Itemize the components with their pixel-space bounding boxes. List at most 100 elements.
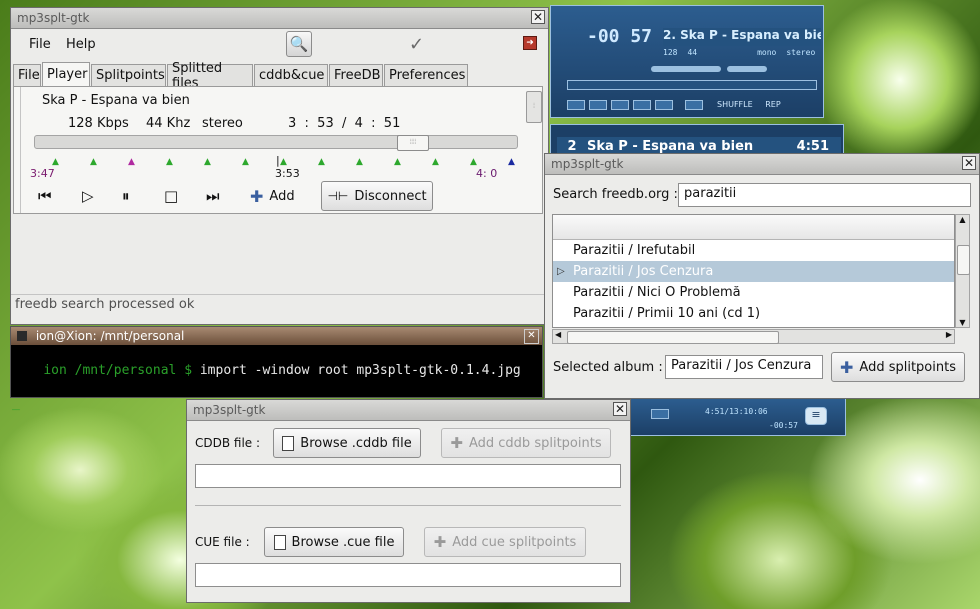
tab-freedb[interactable]: FreeDB bbox=[329, 64, 383, 86]
xmms-stop-button[interactable] bbox=[633, 100, 651, 110]
play-icon[interactable]: ▷ bbox=[82, 187, 94, 205]
cue-path-field[interactable] bbox=[195, 563, 621, 587]
marker-7: ▲ bbox=[280, 157, 287, 167]
results-hscrollbar[interactable]: ◀ ▶ bbox=[552, 329, 955, 344]
scroll-up-icon[interactable]: ▲ bbox=[956, 215, 969, 224]
result-row-1[interactable]: Parazitii / Irefutabil bbox=[553, 240, 954, 261]
result-row-4[interactable]: Parazitii / Primii 10 ani (cd 1) bbox=[553, 303, 954, 324]
expander-icon[interactable]: ▷ bbox=[557, 261, 565, 282]
xmms-mono: mono bbox=[757, 48, 777, 57]
tab-file[interactable]: File bbox=[13, 64, 41, 86]
xmms-seek-bar[interactable] bbox=[567, 80, 817, 90]
disconnect-button[interactable]: ⊣⊢ Disconnect bbox=[321, 181, 433, 211]
browse-cue-button[interactable]: Browse .cue file bbox=[264, 527, 404, 557]
result-label-3: Parazitii / Nici O Problemă bbox=[573, 285, 741, 300]
seek-handle[interactable]: ⦙⦙⦙⦙ bbox=[397, 135, 429, 151]
plus-icon: ✚ bbox=[250, 187, 264, 206]
terminal-line[interactable]: ion /mnt/personal $ import -window root … bbox=[11, 345, 542, 396]
xmms-balance-slider[interactable] bbox=[727, 66, 767, 72]
menu-help[interactable]: Help bbox=[66, 37, 96, 52]
marker-9: ▲ bbox=[356, 157, 363, 167]
search-input[interactable]: parazitii bbox=[678, 183, 971, 207]
search-label: Search freedb.org : bbox=[553, 187, 678, 202]
playlist-time: 4:51 bbox=[796, 138, 829, 154]
result-label-4: Parazitii / Primii 10 ani (cd 1) bbox=[573, 306, 761, 321]
tab-splitted-files[interactable]: Splitted files bbox=[167, 61, 253, 91]
add-cue-icon: ✚ bbox=[433, 533, 447, 551]
status-bar: freedb search processed ok bbox=[15, 297, 195, 312]
xmms-eject-button[interactable] bbox=[685, 100, 703, 110]
terminal-title: ion@Xion: /mnt/personal bbox=[35, 329, 185, 343]
terminal-close-icon[interactable]: ✕ bbox=[524, 329, 539, 344]
disconnect-label: Disconnect bbox=[354, 188, 427, 204]
tab-cddb-cue[interactable]: cddb&cue bbox=[254, 64, 328, 86]
main-close-icon[interactable]: ✕ bbox=[531, 10, 545, 24]
xmms-prev-button[interactable] bbox=[567, 100, 585, 110]
xmms-volume-slider[interactable] bbox=[651, 66, 721, 72]
main-titlebar[interactable]: mp3splt-gtk ✕ bbox=[11, 8, 548, 29]
checkmark-icon[interactable]: ✓ bbox=[409, 34, 424, 55]
controls-row: ⏮ ▷ ⏸ □ ⏭ ✚ Add bbox=[34, 183, 514, 211]
left-handle[interactable] bbox=[14, 87, 21, 213]
tab-splitpoints[interactable]: Splitpoints bbox=[91, 64, 166, 86]
hscroll-thumb[interactable] bbox=[567, 331, 779, 344]
xmms-play-button[interactable] bbox=[589, 100, 607, 110]
main-window-title: mp3splt-gtk bbox=[17, 11, 90, 25]
cddb-close-icon[interactable]: ✕ bbox=[613, 402, 627, 416]
results-list[interactable]: Parazitii / Irefutabil ▷ Parazitii / Jos… bbox=[552, 214, 955, 328]
result-row-3[interactable]: Parazitii / Nici O Problemă bbox=[553, 282, 954, 303]
scroll-left-icon[interactable]: ◀ bbox=[555, 330, 561, 339]
marker-8: ▲ bbox=[318, 157, 325, 167]
tab-player[interactable]: Player bbox=[42, 62, 90, 86]
marker-4: ▲ bbox=[166, 157, 173, 167]
cddb-path-field[interactable] bbox=[195, 464, 621, 488]
add-splitpoints-button[interactable]: ✚ Add splitpoints bbox=[831, 352, 965, 382]
xmms-mini-button[interactable] bbox=[651, 409, 669, 419]
stop-icon[interactable]: □ bbox=[164, 187, 178, 205]
xmms-repeat-toggle[interactable]: REP bbox=[765, 100, 780, 109]
browse-cddb-label: Browse .cddb file bbox=[300, 435, 412, 451]
freedb-titlebar[interactable]: mp3splt-gtk ✕ bbox=[545, 154, 979, 175]
terminal-command: import -window root mp3splt-gtk-0.1.4.jp… bbox=[192, 363, 521, 378]
xmms-pause-button[interactable] bbox=[611, 100, 629, 110]
browse-cddb-button[interactable]: Browse .cddb file bbox=[273, 428, 421, 458]
menu-bar: File Help 🔍 ✓ ➜ bbox=[11, 28, 548, 62]
marker-start-label: 3:47 bbox=[30, 167, 55, 180]
player-scrollbar[interactable]: ⦙ bbox=[526, 91, 542, 123]
tab-preferences[interactable]: Preferences bbox=[384, 64, 468, 86]
scroll-down-icon[interactable]: ▼ bbox=[956, 318, 969, 327]
xmms-shuffle-toggle[interactable]: SHUFFLE bbox=[717, 100, 753, 109]
add-cddb-splitpoints-button[interactable]: ✚ Add cddb splitpoints bbox=[441, 428, 611, 458]
seek-bar[interactable]: ⦙⦙⦙⦙ bbox=[34, 135, 518, 151]
xmms-toggles[interactable]: SHUFFLE REP bbox=[717, 100, 781, 109]
result-row-2[interactable]: ▷ Parazitii / Jos Cenzura bbox=[553, 261, 954, 282]
xmms-mini-menu-icon[interactable]: ≡ bbox=[805, 407, 827, 425]
previous-icon[interactable]: ⏮ bbox=[38, 187, 52, 205]
results-header[interactable] bbox=[553, 215, 954, 240]
marker-3: ▲ bbox=[128, 157, 135, 167]
song-title: Ska P - Espana va bien bbox=[42, 93, 190, 108]
vscroll-thumb[interactable] bbox=[957, 245, 970, 275]
add-cue-splitpoints-button[interactable]: ✚ Add cue splitpoints bbox=[424, 527, 586, 557]
cddb-titlebar[interactable]: mp3splt-gtk ✕ bbox=[187, 400, 630, 421]
xmms-next-button[interactable] bbox=[655, 100, 673, 110]
terminal-titlebar[interactable]: ion@Xion: /mnt/personal ✕ bbox=[11, 327, 542, 345]
menu-file[interactable]: File bbox=[29, 37, 51, 52]
freedb-close-icon[interactable]: ✕ bbox=[962, 156, 976, 170]
marker-12: ▲ bbox=[470, 157, 477, 167]
freedb-window: mp3splt-gtk ✕ Search freedb.org : parazi… bbox=[544, 153, 980, 399]
freedb-window-title: mp3splt-gtk bbox=[551, 157, 624, 171]
add-splitpoints-label: Add splitpoints bbox=[859, 359, 956, 375]
xmms-time-display: -00 57 bbox=[587, 26, 653, 47]
next-icon[interactable]: ⏭ bbox=[206, 187, 220, 205]
section-divider bbox=[195, 505, 621, 506]
exit-icon[interactable]: ➜ bbox=[523, 36, 537, 50]
pause-icon[interactable]: ⏸ bbox=[122, 187, 130, 205]
result-label-2: Parazitii / Jos Cenzura bbox=[573, 264, 714, 279]
xmms-khz: 44 bbox=[687, 48, 698, 57]
zoom-icon[interactable]: 🔍 bbox=[286, 31, 312, 57]
selected-album-input[interactable]: Parazitii / Jos Cenzura bbox=[665, 355, 823, 379]
add-button[interactable]: ✚ Add bbox=[250, 187, 295, 206]
results-vscrollbar[interactable]: ▲ ▼ bbox=[955, 214, 970, 328]
scroll-right-icon[interactable]: ▶ bbox=[946, 330, 952, 339]
